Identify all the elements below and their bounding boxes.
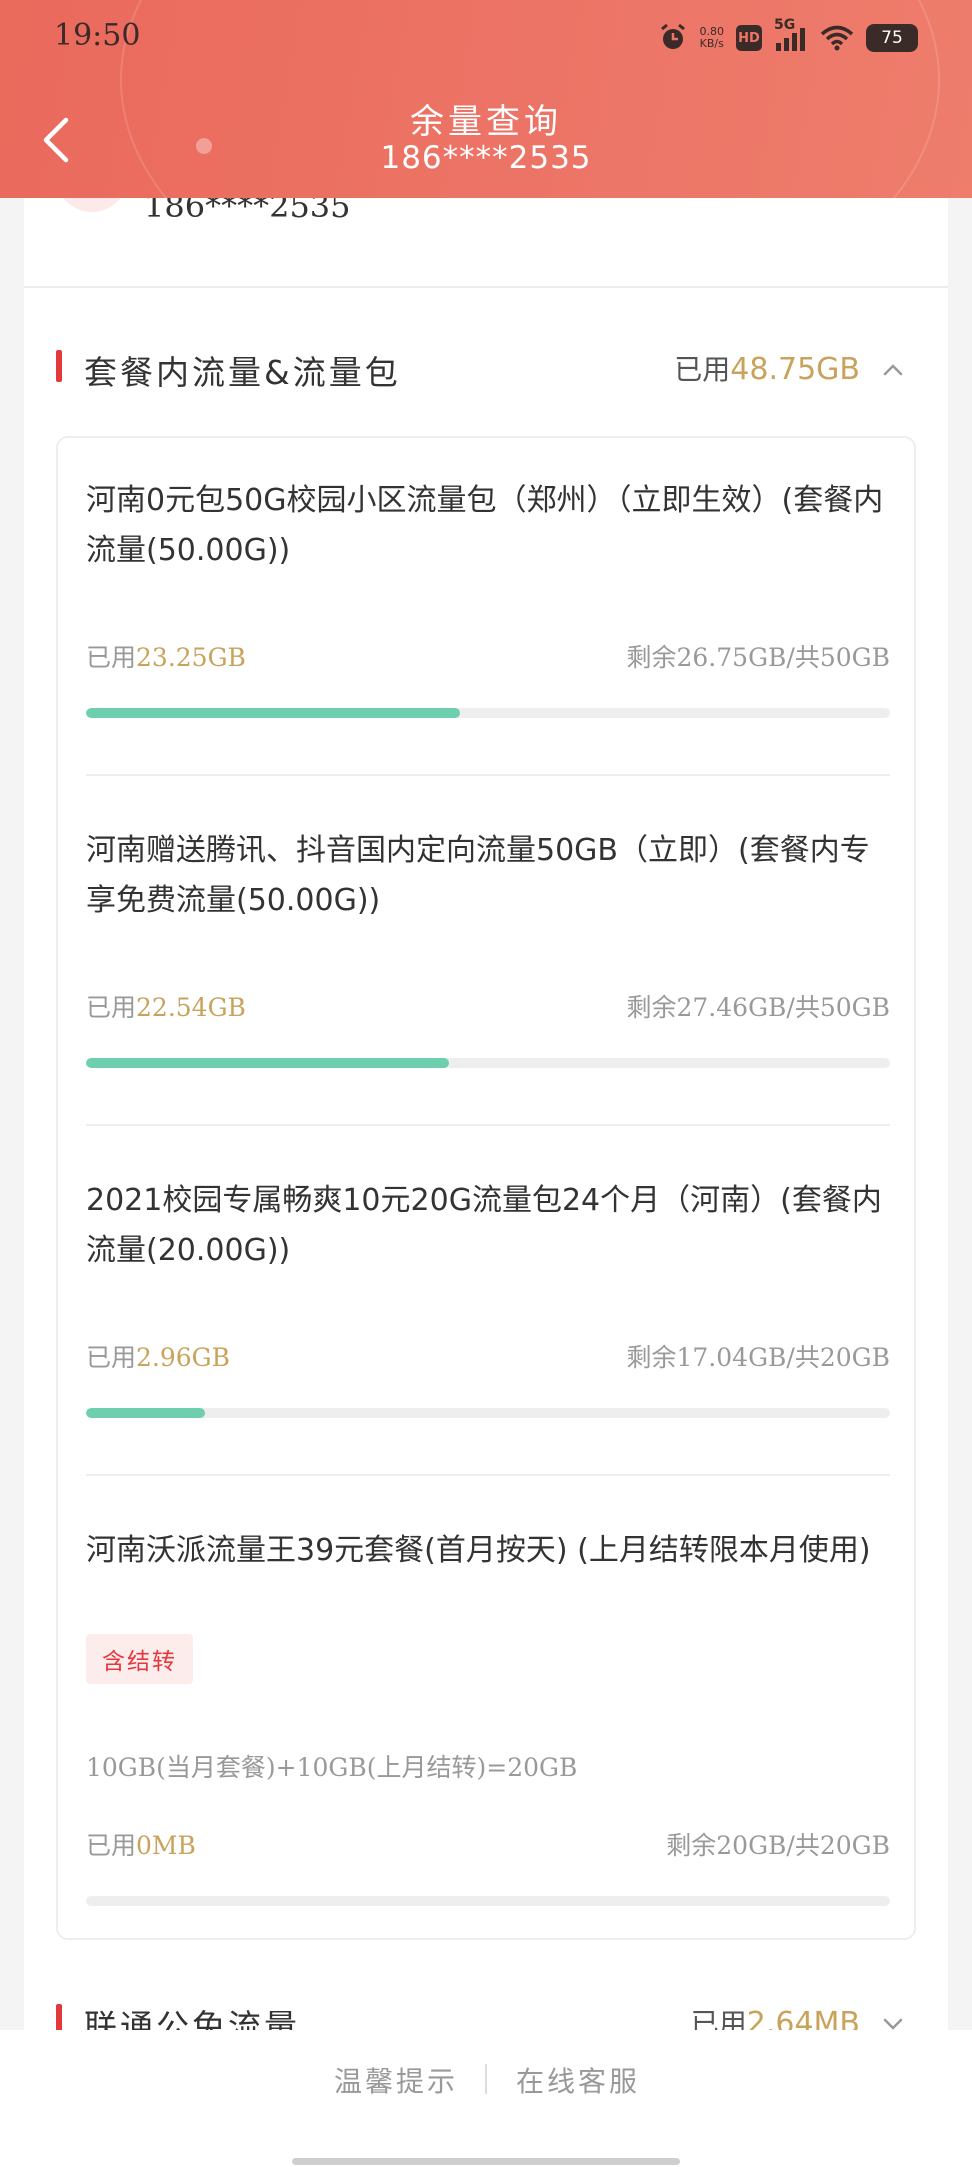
progress-bar bbox=[86, 1058, 890, 1068]
progress-track bbox=[86, 1896, 890, 1906]
used-value: 22.54GB bbox=[136, 993, 246, 1022]
used-value: 2.96GB bbox=[136, 1343, 231, 1372]
hd-icon: HD bbox=[736, 25, 762, 51]
app-header: 19:50 0.80 KB/s HD 5G 75 余量查询 186****253… bbox=[0, 0, 972, 198]
usage-row: 已用22.54GB 剩余27.46GB/共50GB bbox=[86, 988, 890, 1028]
page-subtitle: 186****2535 bbox=[380, 140, 592, 176]
remaining-text: 剩余27.46GB/共50GB bbox=[626, 993, 891, 1022]
progress-track bbox=[86, 1408, 890, 1418]
package-title: 2021校园专属畅爽10元20G流量包24个月（河南）(套餐内流量(20.00G… bbox=[86, 1183, 882, 1268]
package-title: 河南赠送腾讯、抖音国内定向流量50GB（立即）(套餐内专享免费流量(50.00G… bbox=[86, 833, 870, 918]
progress-fill bbox=[86, 1058, 449, 1068]
status-bar: 19:50 0.80 KB/s HD 5G 75 bbox=[0, 0, 972, 76]
package-formula: 10GB(当月套餐)+10GB(上月结转)=20GB bbox=[86, 1753, 578, 1782]
progress-fill bbox=[86, 1408, 205, 1418]
usage-row: 已用23.25GB 剩余26.75GB/共50GB bbox=[86, 638, 890, 678]
status-icons: 0.80 KB/s HD 5G 75 bbox=[658, 17, 918, 58]
section-header-package-data[interactable]: 套餐内流量&流量包 已用 48.75GB bbox=[24, 334, 948, 394]
package-list: 河南0元包50G校园小区流量包（郑州）（立即生效）(套餐内流量(50.00G))… bbox=[56, 436, 916, 1940]
remaining-text: 剩余17.04GB/共20GB bbox=[626, 1343, 891, 1372]
usage-row: 已用0MB 剩余20GB/共20GB bbox=[86, 1826, 890, 1866]
used-label: 已用0MB bbox=[86, 1831, 196, 1860]
used-label: 已用23.25GB bbox=[86, 643, 246, 672]
signal-icon: 5G bbox=[774, 17, 808, 51]
package-divider bbox=[86, 774, 890, 776]
progress-track bbox=[86, 708, 890, 718]
package-divider bbox=[86, 1474, 890, 1476]
package-item: 河南沃派流量王39元套餐(首月按天) (上月结转限本月使用) bbox=[86, 1526, 890, 1576]
section-accent-bar bbox=[56, 350, 62, 382]
remaining-text: 剩余26.75GB/共50GB bbox=[626, 643, 891, 672]
progress-bar bbox=[86, 1408, 890, 1418]
footer-divider bbox=[485, 2064, 487, 2094]
section-title: 套餐内流量&流量包 bbox=[84, 353, 401, 392]
remaining-text: 剩余20GB/共20GB bbox=[666, 1831, 890, 1860]
section-used-value: 48.75GB bbox=[730, 352, 860, 387]
package-title: 河南0元包50G校园小区流量包（郑州）（立即生效）(套餐内流量(50.00G)) bbox=[86, 483, 884, 568]
used-label: 已用22.54GB bbox=[86, 993, 246, 1022]
section-used-summary: 已用 48.75GB bbox=[674, 348, 906, 388]
package-usage: 已用0MB 剩余20GB/共20GB bbox=[86, 1826, 890, 1866]
package-formula-row: 10GB(当月套餐)+10GB(上月结转)=20GB bbox=[86, 1748, 890, 1788]
bottom-bar: 温馨提示 在线客服 bbox=[0, 2030, 972, 2167]
main-content: 186****2535 套餐内流量&流量包 已用 48.75GB 河南0元包50… bbox=[24, 140, 948, 2050]
package-title: 河南沃派流量王39元套餐(首月按天) (上月结转限本月使用) bbox=[86, 1533, 871, 1568]
used-label: 已用2.96GB bbox=[86, 1343, 231, 1372]
used-value: 23.25GB bbox=[136, 643, 246, 672]
carryover-tag: 含结转 bbox=[86, 1634, 193, 1684]
home-indicator[interactable] bbox=[292, 2158, 680, 2165]
package-item: 2021校园专属畅爽10元20G流量包24个月（河南）(套餐内流量(20.00G… bbox=[86, 1176, 890, 1276]
online-service-link[interactable]: 在线客服 bbox=[516, 2060, 640, 2100]
used-value: 0MB bbox=[136, 1831, 196, 1860]
progress-fill bbox=[86, 708, 460, 718]
net-speed: 0.80 KB/s bbox=[700, 26, 725, 50]
chevron-up-icon[interactable] bbox=[880, 361, 906, 379]
package-item: 河南0元包50G校园小区流量包（郑州）（立即生效）(套餐内流量(50.00G)) bbox=[86, 476, 890, 576]
net-speed-unit: KB/s bbox=[699, 37, 724, 50]
progress-bar bbox=[86, 1896, 890, 1906]
alarm-icon bbox=[658, 23, 688, 53]
wifi-icon bbox=[820, 25, 854, 51]
package-item: 河南赠送腾讯、抖音国内定向流量50GB（立即）(套餐内专享免费流量(50.00G… bbox=[86, 826, 890, 926]
progress-bar bbox=[86, 708, 890, 718]
package-divider bbox=[86, 1124, 890, 1126]
battery-icon: 75 bbox=[866, 24, 918, 52]
signal-label: 5G bbox=[774, 17, 796, 33]
package-usage: 已用22.54GB 剩余27.46GB/共50GB bbox=[86, 988, 890, 1028]
package-usage: 已用2.96GB 剩余17.04GB/共20GB bbox=[86, 1338, 890, 1378]
status-time: 19:50 bbox=[54, 18, 141, 53]
tips-link[interactable]: 温馨提示 bbox=[334, 2060, 458, 2100]
usage-row: 已用2.96GB 剩余17.04GB/共20GB bbox=[86, 1338, 890, 1378]
package-tag-row: 含结转 bbox=[86, 1634, 890, 1684]
progress-track bbox=[86, 1058, 890, 1068]
section-used-label: 已用 bbox=[674, 353, 731, 386]
package-usage: 已用23.25GB 剩余26.75GB/共50GB bbox=[86, 638, 890, 678]
page-title: 余量查询 bbox=[410, 102, 562, 142]
